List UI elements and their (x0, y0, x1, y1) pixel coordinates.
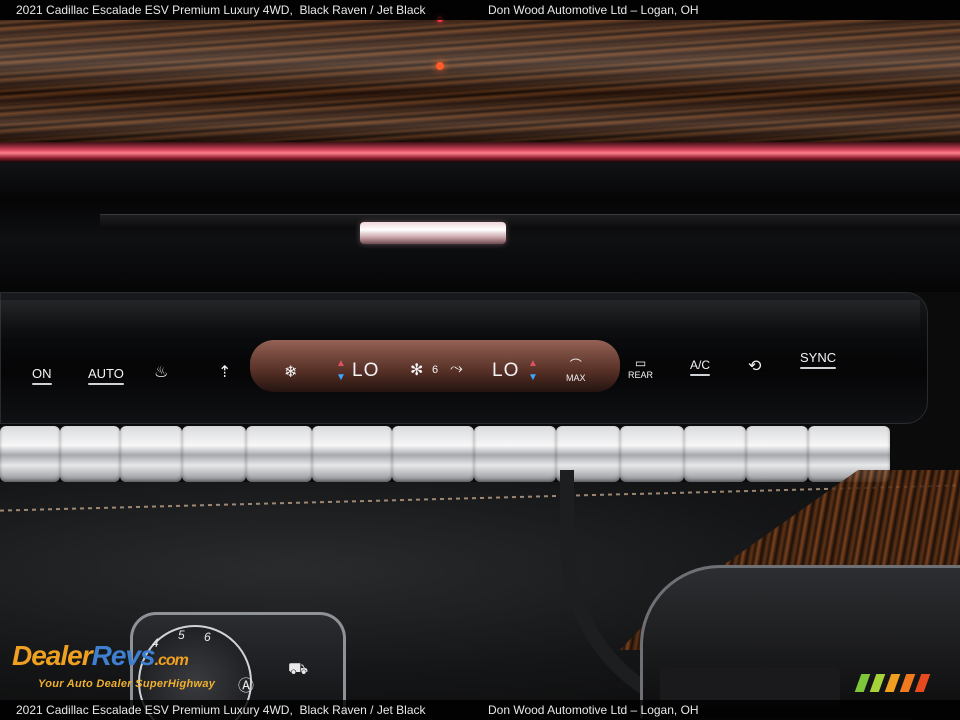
chrome-key[interactable] (60, 426, 120, 482)
chrome-key[interactable] (312, 426, 392, 482)
defrost-icon: ⌒ (569, 358, 582, 372)
rear-defrost-icon: ▭ (634, 356, 647, 370)
seat-airflow-icon[interactable]: ⇡ (218, 362, 231, 382)
dealer-caption: Don Wood Automotive Ltd – Logan, OH (488, 703, 699, 717)
max-label: MAX (566, 373, 586, 383)
vent-handle (360, 222, 506, 244)
caption-bar-bottom: 2021 Cadillac Escalade ESV Premium Luxur… (0, 700, 960, 720)
vehicle-caption: 2021 Cadillac Escalade ESV Premium Luxur… (16, 3, 426, 17)
climate-auto-button[interactable]: AUTO (88, 366, 124, 385)
offroad-mode-icon[interactable]: ⛟ (288, 660, 308, 680)
stripe (869, 674, 886, 692)
temp-down-right-icon[interactable]: ▼ (528, 372, 538, 383)
temp-right-readout: LO (492, 360, 520, 381)
seat-heat-icon[interactable]: ♨ (154, 362, 168, 382)
temp-left-readout: LO (352, 360, 380, 381)
rear-defrost-button[interactable]: ▭ REAR (628, 356, 653, 380)
chrome-key[interactable] (182, 426, 246, 482)
climate-on-button[interactable]: ON (32, 366, 52, 385)
dealerrevs-tagline: Your Auto Dealer SuperHighway (38, 678, 216, 690)
photo-stage: ON AUTO ♨ ⇡ ❄ ▲ ▼ LO ✻ 6 ⤳ LO ▲ ▼ ⌒ MAX … (0, 0, 960, 720)
caption-bar-top: 2021 Cadillac Escalade ESV Premium Luxur… (0, 0, 960, 20)
ac-button[interactable]: A/C (690, 358, 710, 376)
recirculation-icon[interactable]: ⟲ (748, 356, 761, 376)
dealer-caption: Don Wood Automotive Ltd – Logan, OH (488, 3, 699, 17)
chrome-key[interactable] (392, 426, 474, 482)
seat-cool-icon[interactable]: ❄ (284, 362, 297, 382)
sync-button[interactable]: SYNC (800, 350, 836, 369)
auto-mode-icon[interactable]: Ⓐ (238, 672, 254, 696)
chrome-key[interactable] (120, 426, 182, 482)
dealerrevs-logo: DealerRevs.com (12, 640, 189, 671)
air-vent (100, 214, 960, 229)
temp-up-left-icon[interactable]: ▲ (336, 358, 346, 369)
stripe (854, 674, 871, 692)
stripe (884, 674, 901, 692)
brand-stripes (854, 674, 934, 692)
vehicle-caption: 2021 Cadillac Escalade ESV Premium Luxur… (16, 703, 426, 717)
wood-trim-upper (0, 20, 960, 142)
chrome-key[interactable] (0, 426, 60, 482)
indicator-light-orange (436, 62, 444, 70)
fan-icon[interactable]: ✻ (410, 360, 423, 380)
chrome-key[interactable] (474, 426, 556, 482)
stripe (899, 674, 916, 692)
temp-up-right-icon[interactable]: ▲ (528, 358, 538, 369)
screen-glare (0, 300, 920, 340)
temp-down-left-icon[interactable]: ▼ (336, 372, 346, 383)
max-defrost-button[interactable]: ⌒ MAX (566, 356, 586, 383)
dial-number: 6 (204, 630, 211, 644)
stripe (914, 674, 931, 692)
airflow-mode-icon[interactable]: ⤳ (450, 360, 463, 378)
ambient-light-strip (0, 142, 960, 162)
rear-label: REAR (628, 370, 654, 380)
chrome-key[interactable] (246, 426, 312, 482)
fan-level: 6 (432, 364, 439, 376)
